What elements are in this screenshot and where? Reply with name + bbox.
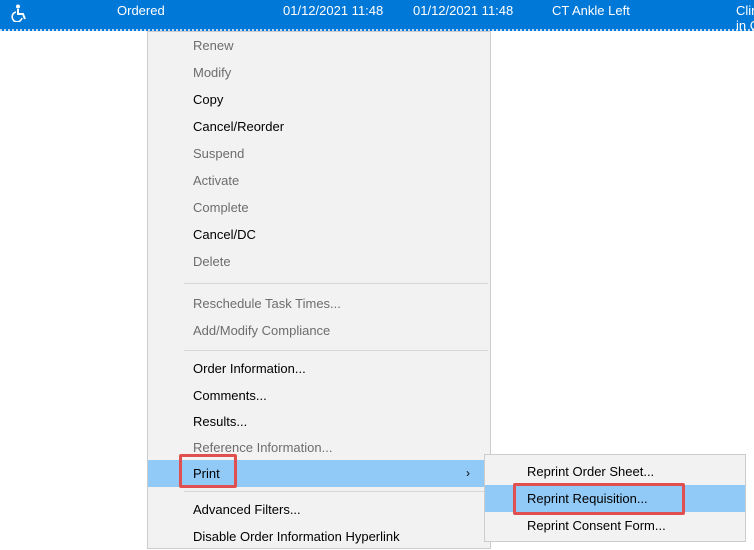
menu-item-activate[interactable]: Activate bbox=[148, 167, 490, 194]
menu-item-cancel-dc[interactable]: Cancel/DC bbox=[148, 221, 490, 248]
wheelchair-accessibility-icon bbox=[10, 4, 28, 23]
menu-item-label: Reschedule Task Times... bbox=[193, 296, 341, 311]
submenu-item-reprint-order-sheet[interactable]: Reprint Order Sheet... bbox=[485, 458, 745, 485]
menu-item-comments[interactable]: Comments... bbox=[148, 382, 490, 409]
menu-item-label: Order Information... bbox=[193, 361, 306, 376]
submenu-item-label: Reprint Consent Form... bbox=[527, 518, 666, 533]
menu-item-label: Disable Order Information Hyperlink bbox=[193, 529, 400, 544]
order-start-time: 01/12/2021 11:48 bbox=[283, 3, 384, 18]
menu-item-complete[interactable]: Complete bbox=[148, 194, 490, 221]
menu-item-label: Copy bbox=[193, 92, 224, 107]
menu-item-label: Complete bbox=[193, 200, 249, 215]
menu-item-label: Advanced Filters... bbox=[193, 502, 301, 517]
print-highlight-box bbox=[179, 454, 237, 488]
menu-item-order-information[interactable]: Order Information... bbox=[148, 355, 490, 382]
menu-item-renew[interactable]: Renew bbox=[148, 32, 490, 59]
menu-item-label: Comments... bbox=[193, 388, 267, 403]
menu-item-results[interactable]: Results... bbox=[148, 408, 490, 435]
menu-item-label: Results... bbox=[193, 414, 248, 429]
menu-item-advanced-filters[interactable]: Advanced Filters... bbox=[148, 496, 490, 523]
reprint-requisition-highlight-box bbox=[513, 483, 685, 515]
menu-item-label: Cancel/DC bbox=[193, 227, 256, 242]
chevron-right-icon: › bbox=[466, 466, 470, 480]
submenu-item-reprint-consent-form[interactable]: Reprint Consent Form... bbox=[485, 512, 745, 539]
menu-separator bbox=[184, 350, 488, 351]
menu-item-copy[interactable]: Copy bbox=[148, 86, 490, 113]
order-status: Ordered bbox=[117, 3, 165, 18]
submenu-item-label: Reprint Order Sheet... bbox=[527, 464, 655, 479]
menu-item-label: Renew bbox=[193, 38, 234, 53]
menu-item-label: Add/Modify Compliance bbox=[193, 323, 331, 338]
menu-item-label: Delete bbox=[193, 254, 231, 269]
order-procedure: CT Ankle Left bbox=[552, 3, 630, 18]
menu-item-cancel-reorder[interactable]: Cancel/Reorder bbox=[148, 113, 490, 140]
menu-item-label: Cancel/Reorder bbox=[193, 119, 285, 134]
menu-separator bbox=[184, 283, 488, 284]
menu-item-add-modify-compliance[interactable]: Add/Modify Compliance bbox=[148, 317, 490, 344]
menu-item-delete[interactable]: Delete bbox=[148, 248, 490, 275]
extra-line-1: Clir bbox=[736, 3, 754, 18]
order-stop-time: 01/12/2021 11:48 bbox=[413, 3, 514, 18]
extra-line-2: in C bbox=[736, 18, 754, 33]
menu-separator bbox=[184, 491, 488, 492]
order-extra-column: Clir in C bbox=[736, 3, 754, 33]
selected-order-row[interactable]: Ordered 01/12/2021 11:48 01/12/2021 11:4… bbox=[0, 0, 754, 33]
menu-item-reschedule-task-times[interactable]: Reschedule Task Times... bbox=[148, 290, 490, 317]
menu-item-disable-order-information-hyperlink[interactable]: Disable Order Information Hyperlink bbox=[148, 523, 490, 550]
menu-item-label: Suspend bbox=[193, 146, 245, 161]
menu-item-label: Modify bbox=[193, 65, 232, 80]
menu-item-suspend[interactable]: Suspend bbox=[148, 140, 490, 167]
menu-item-modify[interactable]: Modify bbox=[148, 59, 490, 86]
menu-item-label: Activate bbox=[193, 173, 240, 188]
